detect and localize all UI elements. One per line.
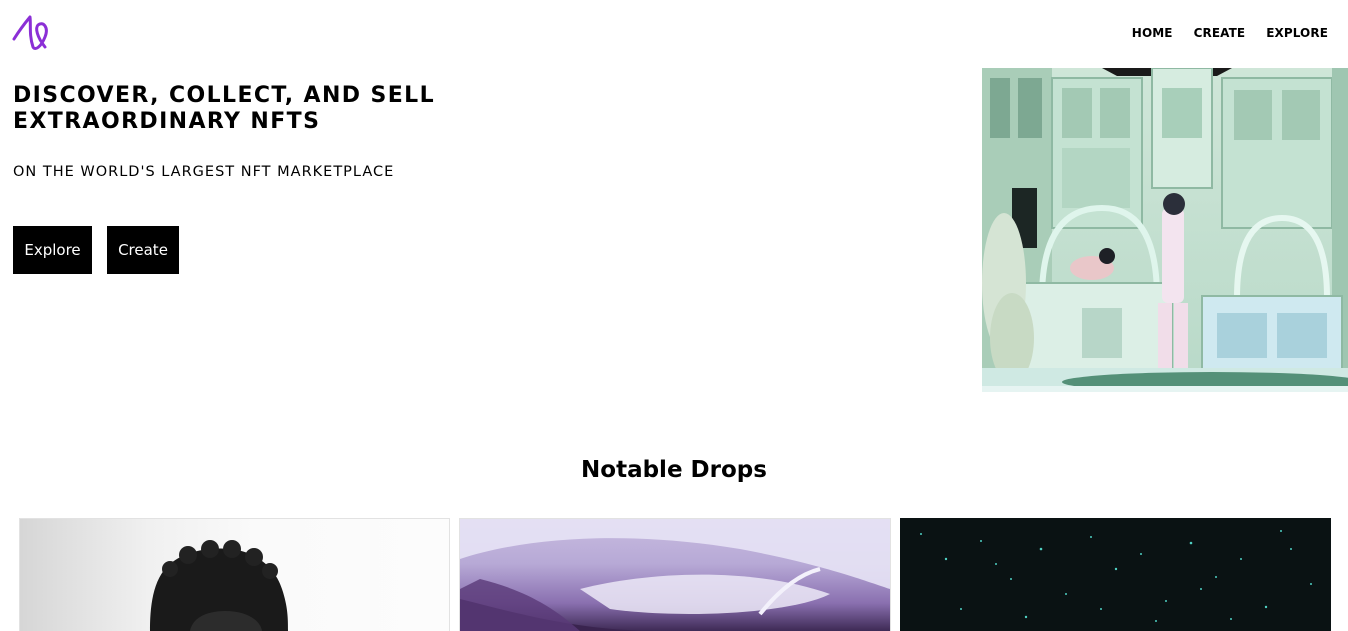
drop-card[interactable] (19, 518, 450, 631)
explore-button[interactable]: Explore (13, 226, 92, 274)
hero-artwork-image (982, 68, 1348, 392)
notable-drops-title: Notable Drops (581, 457, 767, 483)
nav-home-link[interactable]: HOME (1132, 26, 1173, 40)
main-nav: HOME CREATE EXPLORE (1132, 26, 1328, 40)
drop-card[interactable] (459, 518, 891, 631)
drop-card[interactable] (900, 518, 1331, 631)
drop-image-abstract (460, 519, 890, 631)
create-button[interactable]: Create (107, 226, 179, 274)
hero-title: DISCOVER, COLLECT, AND SELL EXTRAORDINAR… (13, 83, 435, 134)
nav-explore-link[interactable]: EXPLORE (1266, 26, 1328, 40)
drop-image-starfield (920, 530, 1312, 622)
nav-create-link[interactable]: CREATE (1194, 26, 1246, 40)
drop-image-portrait (150, 540, 288, 631)
hero-subtitle: ON THE WORLD'S LARGEST NFT MARKETPLACE (13, 164, 395, 180)
logo-icon[interactable] (11, 13, 51, 53)
